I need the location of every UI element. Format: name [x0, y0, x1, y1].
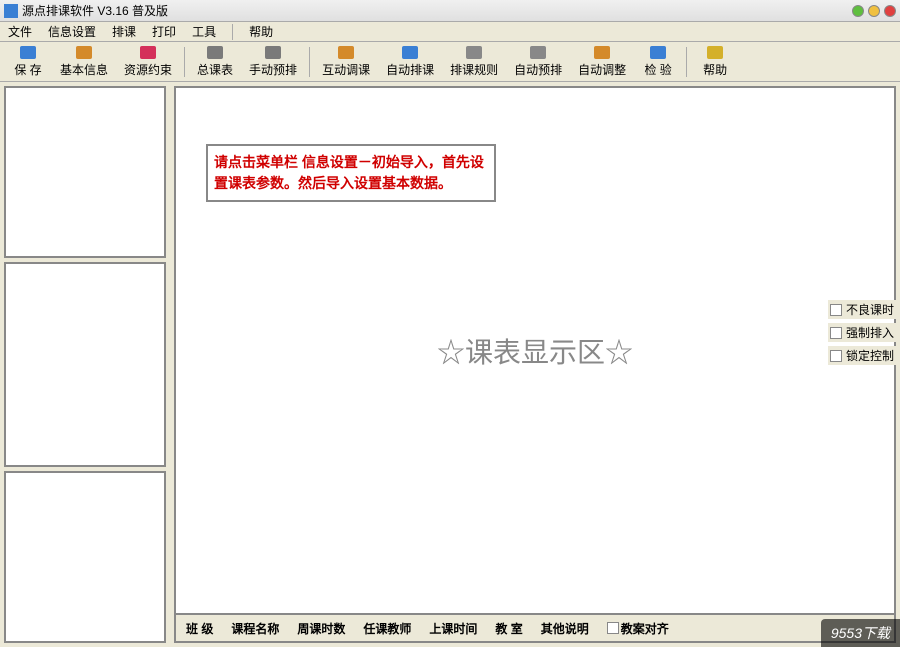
watermark: 9553下载	[821, 619, 900, 647]
toolbar-label: 保 存	[14, 61, 41, 78]
adjust-icon	[594, 46, 610, 59]
toolbar-label: 检 验	[644, 61, 671, 78]
toolbar-resource-button[interactable]: 资源约束	[116, 44, 180, 80]
window-title: 源点排课软件 V3.16 普及版	[22, 2, 852, 19]
titlebar: 源点排课软件 V3.16 普及版	[0, 0, 900, 22]
info-icon	[76, 46, 92, 59]
toolbar-swap-button[interactable]: 互动调课	[314, 44, 378, 80]
toolbar-label: 总课表	[197, 61, 233, 78]
toolbar-separator	[184, 47, 185, 77]
check-icon	[650, 46, 666, 59]
footer-row: 班 级 课程名称 周课时数 任课教师 上课时间 教 室 其他说明 教案对齐	[174, 615, 896, 643]
menu-file[interactable]: 文件	[4, 21, 36, 42]
toolbar-label: 自动调整	[578, 61, 626, 78]
toolbar-separator	[686, 47, 687, 77]
toolbar-help-button[interactable]: 帮助	[691, 44, 739, 80]
checkbox-icon	[830, 350, 842, 362]
help-icon	[707, 46, 723, 59]
toolbar-table-button[interactable]: 总课表	[189, 44, 241, 80]
menu-separator	[232, 24, 233, 40]
toolbar-label: 自动排课	[386, 61, 434, 78]
toolbar-label: 排课规则	[450, 61, 498, 78]
toolbar-manual-button[interactable]: 手动预排	[241, 44, 305, 80]
minimize-button[interactable]	[852, 5, 864, 17]
col-class: 班 级	[186, 620, 213, 637]
toolbar-label: 互动调课	[322, 61, 370, 78]
checkbox-lesson-align[interactable]: 教案对齐	[607, 620, 669, 637]
col-weekly-hours: 周课时数	[297, 620, 345, 637]
left-panel	[0, 82, 170, 647]
auto-icon	[402, 46, 418, 59]
toolbar-check-button[interactable]: 检 验	[634, 44, 682, 80]
col-classroom: 教 室	[495, 620, 522, 637]
checkbox-label: 强制排入	[846, 324, 894, 341]
manual-icon	[265, 46, 281, 59]
checkbox-icon	[830, 327, 842, 339]
autopre-icon	[530, 46, 546, 59]
right-area: 请点击菜单栏 信息设置－初始导入，首先设置课表参数。然后导入设置基本数据。 ☆课…	[170, 82, 900, 647]
panel-top[interactable]	[4, 86, 166, 258]
col-teacher: 任课教师	[363, 620, 411, 637]
save-icon	[20, 46, 36, 59]
checkbox-label: 教案对齐	[621, 620, 669, 637]
side-checkboxes: 不良课时 强制排入 锁定控制	[828, 300, 896, 365]
menu-tools[interactable]: 工具	[188, 21, 220, 42]
toolbar-separator	[309, 47, 310, 77]
checkbox-bad-period[interactable]: 不良课时	[828, 300, 896, 319]
swap-icon	[338, 46, 354, 59]
menu-schedule[interactable]: 排课	[108, 21, 140, 42]
toolbar-label: 帮助	[703, 61, 727, 78]
panel-middle[interactable]	[4, 262, 166, 467]
table-icon	[207, 46, 223, 59]
checkbox-label: 不良课时	[846, 301, 894, 318]
toolbar-info-button[interactable]: 基本信息	[52, 44, 116, 80]
toolbar-label: 自动预排	[514, 61, 562, 78]
toolbar-autopre-button[interactable]: 自动预排	[506, 44, 570, 80]
col-course-name: 课程名称	[231, 620, 279, 637]
col-time: 上课时间	[429, 620, 477, 637]
toolbar-label: 资源约束	[124, 61, 172, 78]
window-controls	[852, 5, 896, 17]
toolbar-save-button[interactable]: 保 存	[4, 44, 52, 80]
menubar: 文件 信息设置 排课 打印 工具 帮助	[0, 22, 900, 42]
toolbar-adjust-button[interactable]: 自动调整	[570, 44, 634, 80]
checkbox-force-insert[interactable]: 强制排入	[828, 323, 896, 342]
panel-bottom[interactable]	[4, 471, 166, 643]
col-other: 其他说明	[541, 620, 589, 637]
toolbar: 保 存 基本信息资源约束 总课表手动预排 互动调课自动排课排课规则自动预排自动调整 检 …	[0, 42, 900, 82]
checkbox-icon	[830, 304, 842, 316]
maximize-button[interactable]	[868, 5, 880, 17]
toolbar-auto-button[interactable]: 自动排课	[378, 44, 442, 80]
center-placeholder: ☆课表显示区☆	[437, 331, 633, 371]
checkbox-lock-control[interactable]: 锁定控制	[828, 346, 896, 365]
content-area: 请点击菜单栏 信息设置－初始导入，首先设置课表参数。然后导入设置基本数据。 ☆课…	[0, 82, 900, 647]
menu-print[interactable]: 打印	[148, 21, 180, 42]
menu-info-settings[interactable]: 信息设置	[44, 21, 100, 42]
schedule-display-area: 请点击菜单栏 信息设置－初始导入，首先设置课表参数。然后导入设置基本数据。 ☆课…	[174, 86, 896, 615]
close-button[interactable]	[884, 5, 896, 17]
checkbox-icon	[607, 622, 619, 634]
app-icon	[4, 4, 18, 18]
toolbar-rules-button[interactable]: 排课规则	[442, 44, 506, 80]
resource-icon	[140, 46, 156, 59]
menu-help[interactable]: 帮助	[245, 21, 277, 42]
toolbar-label: 手动预排	[249, 61, 297, 78]
checkbox-label: 锁定控制	[846, 347, 894, 364]
hint-message: 请点击菜单栏 信息设置－初始导入，首先设置课表参数。然后导入设置基本数据。	[206, 144, 496, 202]
toolbar-label: 基本信息	[60, 61, 108, 78]
rules-icon	[466, 46, 482, 59]
